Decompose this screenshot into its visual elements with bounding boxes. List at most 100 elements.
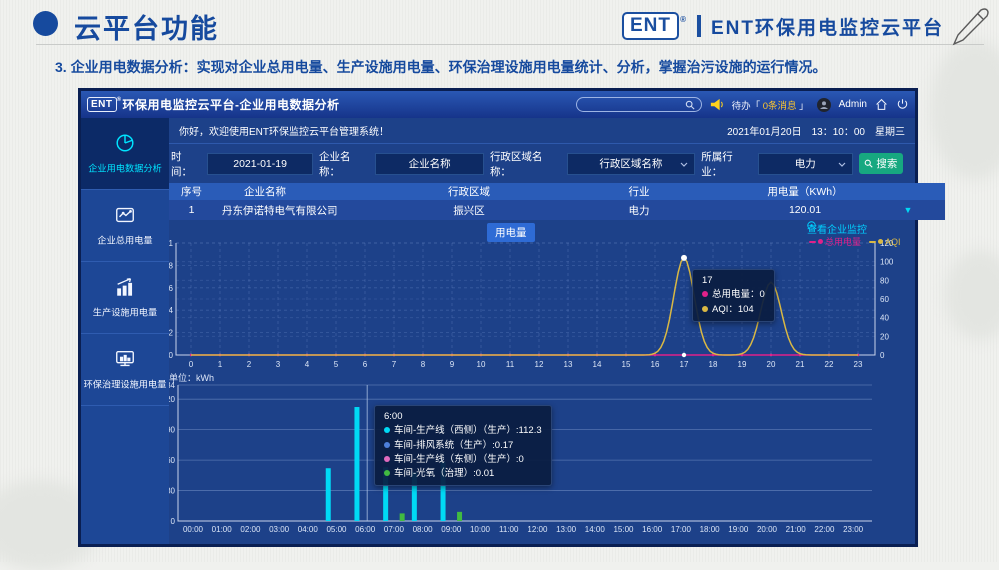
- legend-item[interactable]: 总用电量: [809, 235, 861, 248]
- app-window: ENT® 环保用电监控云平台-企业用电数据分析 待办「 0条消息 」 Admin: [78, 88, 918, 547]
- left-axis-tick: 0.4: [169, 306, 174, 315]
- usage-tab-button[interactable]: 用电量: [487, 223, 535, 242]
- tooltip-item: AQI：104: [702, 303, 765, 317]
- x-axis-tick: 11: [506, 360, 515, 369]
- x-axis-tick: 8: [421, 360, 426, 369]
- home-icon[interactable]: [875, 98, 888, 111]
- topbar-search-input[interactable]: [576, 97, 702, 112]
- app-ent-logo: ENT®: [87, 97, 117, 112]
- x-axis-tick: 4: [305, 360, 310, 369]
- sidebar-item-1[interactable]: 企业用电数据分析: [81, 118, 169, 190]
- y-axis-tick: 30: [169, 487, 176, 496]
- x-axis-tick: 0: [189, 360, 194, 369]
- left-axis-tick: 1: [169, 239, 174, 248]
- datetime: 2021年01月20日 13：10：00 星期三: [727, 123, 905, 138]
- view-monitor-label: 查看企业监控: [807, 221, 867, 236]
- y-axis-tick: 120: [169, 395, 176, 404]
- filter-bar: 时间：2021-01-19企业名称：企业名称行政区域名称：行政区域名称所属行业：…: [169, 144, 915, 183]
- x-axis-tick: 23: [854, 360, 863, 369]
- table-row[interactable]: 1丹东伊诺特电气有限公司振兴区电力120.01▼: [169, 200, 945, 220]
- filter-value: 电力: [795, 156, 816, 171]
- search-button[interactable]: 搜索: [859, 153, 903, 174]
- tooltip-text: 总用电量：0: [712, 289, 765, 300]
- chart-legend: 总用电量 AQI: [809, 235, 901, 248]
- table-cell: 丹东伊诺特电气有限公司: [214, 200, 399, 220]
- tooltip-dot: [384, 427, 390, 433]
- filter-value: 行政区域名称: [599, 156, 662, 171]
- x-axis-tick: 18:00: [700, 525, 721, 534]
- right-axis-tick: 60: [880, 295, 889, 304]
- tooltip-text: 车间-生产线（东侧）（生产）:0: [394, 454, 524, 465]
- legend-label: 总用电量: [825, 235, 861, 248]
- x-axis-tick: 5: [334, 360, 339, 369]
- chevron-down-icon: [838, 162, 846, 167]
- x-axis-tick: 22: [825, 360, 834, 369]
- filter-label: 企业名称：: [319, 149, 369, 179]
- table-cell: 电力: [539, 200, 739, 220]
- sidebar-item-3[interactable]: 生产设施用电量: [81, 262, 169, 334]
- x-axis-tick: 08:00: [413, 525, 434, 534]
- view-monitor-link[interactable]: 查看企业监控: [807, 221, 867, 236]
- search-button-label: 搜索: [876, 156, 897, 171]
- x-axis-tick: 05:00: [326, 525, 347, 534]
- header-divider: [36, 44, 984, 45]
- x-axis-tick: 12:00: [527, 525, 548, 534]
- line-chart-icon: [114, 204, 136, 226]
- app-title: 环保用电监控云平台-企业用电数据分析: [123, 96, 340, 113]
- left-axis-tick: 0.8: [169, 261, 174, 270]
- app-topbar: ENT® 环保用电监控云平台-企业用电数据分析 待办「 0条消息 」 Admin: [81, 91, 915, 118]
- horn-icon[interactable]: [710, 98, 724, 111]
- tooltip-item: 车间-光氧（治理）:0.01: [384, 467, 542, 481]
- brand-name: ENT环保用电监控云平台: [711, 13, 944, 40]
- filter-value: 2021-01-19: [233, 158, 287, 170]
- tooltip-text: 车间-排风系统（生产）:0.17: [394, 440, 513, 451]
- tooltip-title: 6:00: [384, 410, 542, 424]
- todo-badge[interactable]: 待办「 0条消息 」: [732, 98, 809, 112]
- tooltip-text: 车间-光氧（治理）:0.01: [394, 468, 494, 479]
- line-chart-tooltip: 17总用电量：0AQI：104: [692, 269, 775, 322]
- filter-input[interactable]: 企业名称: [375, 153, 484, 175]
- x-axis-tick: 21: [796, 360, 805, 369]
- sidebar-item-2[interactable]: 企业总用电量: [81, 190, 169, 262]
- x-axis-tick: 15: [622, 360, 631, 369]
- sidebar: 企业用电数据分析企业总用电量生产设施用电量环保治理设施用电量: [81, 118, 169, 544]
- right-axis-tick: 0: [880, 351, 885, 360]
- x-axis-tick: 13: [564, 360, 573, 369]
- slide-title: 云平台功能: [74, 7, 219, 46]
- charts-area: 10.80.60.40.2012010080604020001234567891…: [169, 221, 915, 544]
- tooltip-dot: [702, 291, 708, 297]
- tooltip-dot: [384, 442, 390, 448]
- monitor-chart-icon: [114, 348, 136, 370]
- expand-row-icon[interactable]: ▼: [904, 205, 913, 215]
- sidebar-item-label: 生产设施用电量: [93, 305, 157, 319]
- unit-label: 单位：kWh: [169, 371, 214, 384]
- bar-growth-icon: [114, 276, 136, 298]
- legend-dot: [878, 239, 883, 244]
- left-axis-tick: 0.6: [169, 284, 174, 293]
- filter-input[interactable]: 2021-01-19: [207, 153, 313, 175]
- table-cell-actions: ▼: [871, 200, 945, 220]
- y-axis-tick: 90: [169, 426, 176, 435]
- filter-select[interactable]: 行政区域名称: [567, 153, 696, 175]
- x-axis-tick: 20:00: [757, 525, 778, 534]
- column-header-actions: [871, 183, 945, 200]
- bar: [400, 513, 405, 521]
- brand-area: ENT® ENT环保用电监控云平台: [622, 12, 944, 40]
- filter-select[interactable]: 电力: [758, 153, 853, 175]
- username[interactable]: Admin: [839, 99, 867, 110]
- x-axis-tick: 14: [593, 360, 602, 369]
- avatar[interactable]: [817, 98, 831, 112]
- right-axis-tick: 80: [880, 276, 889, 285]
- power-icon[interactable]: [896, 98, 909, 111]
- search-icon: [864, 159, 873, 168]
- chevron-down-icon: [680, 162, 688, 167]
- legend-item[interactable]: AQI: [869, 235, 901, 248]
- tooltip-dot: [384, 456, 390, 462]
- x-axis-tick: 19:00: [728, 525, 749, 534]
- x-axis-tick: 23:00: [843, 525, 864, 534]
- pen-icon: [947, 6, 991, 50]
- bar: [354, 407, 359, 521]
- left-axis-tick: 0.2: [169, 329, 174, 338]
- sidebar-item-4[interactable]: 环保治理设施用电量: [81, 334, 169, 406]
- x-axis-tick: 02:00: [240, 525, 261, 534]
